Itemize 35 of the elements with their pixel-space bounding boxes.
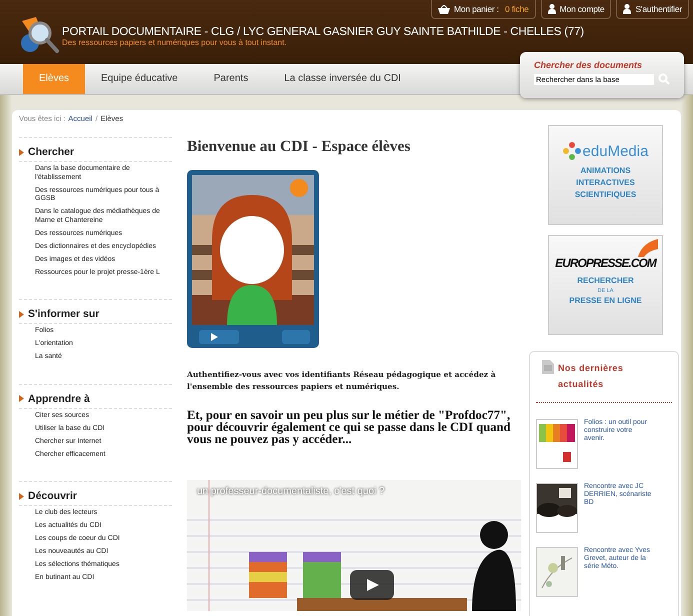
news-title: Nos dernières actualités <box>558 362 624 391</box>
banner-caption: ANIMATIONS <box>580 165 631 177</box>
section-title: S'informer sur <box>28 308 100 320</box>
section-title: Découvrir <box>28 490 78 502</box>
banner-caption: SCIENTIFIQUES <box>574 189 636 201</box>
chevron-icon <box>19 310 24 318</box>
basket-icon <box>438 4 450 14</box>
banner-logo-text: EUROPRESSE.COM <box>555 256 656 270</box>
nav-tab[interactable]: La classe inversée du CDI <box>268 64 421 94</box>
banner-caption: INTERACTIVES <box>576 177 635 189</box>
banner-caption: PRESSE EN LIGNE <box>569 295 642 307</box>
flag-icon <box>638 239 658 257</box>
cart-link[interactable]: Mon panier : 0 fiche <box>430 0 536 19</box>
document-icon <box>542 360 554 374</box>
page-heading: Bienvenue au CDI - Espace élèves <box>187 138 412 156</box>
section-title: Apprendre à <box>28 392 90 404</box>
banner-logo-text: eduMedia <box>582 142 648 160</box>
chevron-icon <box>19 395 24 402</box>
chevron-icon <box>19 492 24 500</box>
chevron-icon <box>19 148 24 156</box>
user-icon <box>548 4 556 14</box>
play-icon[interactable] <box>350 570 394 600</box>
petal-icon <box>562 142 581 160</box>
search-title: Chercher des documents <box>534 60 644 70</box>
site-subtitle: Des ressources papiers et numériques pour vous à tout instant. <box>62 38 288 47</box>
user-icon <box>623 4 632 14</box>
account-link[interactable]: Mon compte <box>540 0 612 19</box>
intro-paragraph: Et, pour en savoir un peu plus sur le métier de "Profdoc77", pour découvrir également ce qui se passe dans le CDI quand vous ne pouvez pas y accéder... <box>187 409 512 445</box>
banner-caption: RECHERCHER <box>577 275 634 287</box>
section-title: Chercher <box>28 146 74 158</box>
nav-tab[interactable]: Equipe éducative <box>85 64 198 94</box>
account-link[interactable]: S'authentifier <box>616 0 689 19</box>
site-title: PORTAIL DOCUMENTAIRE - CLG / LYC GENERAL GASNIER GUY SAINTE BATHILDE - CHELLES (77) <box>62 26 584 38</box>
video-title: un professeur-documentaliste, c'est quoi ? <box>197 486 385 497</box>
nav-tab[interactable]: Parents <box>198 64 268 94</box>
